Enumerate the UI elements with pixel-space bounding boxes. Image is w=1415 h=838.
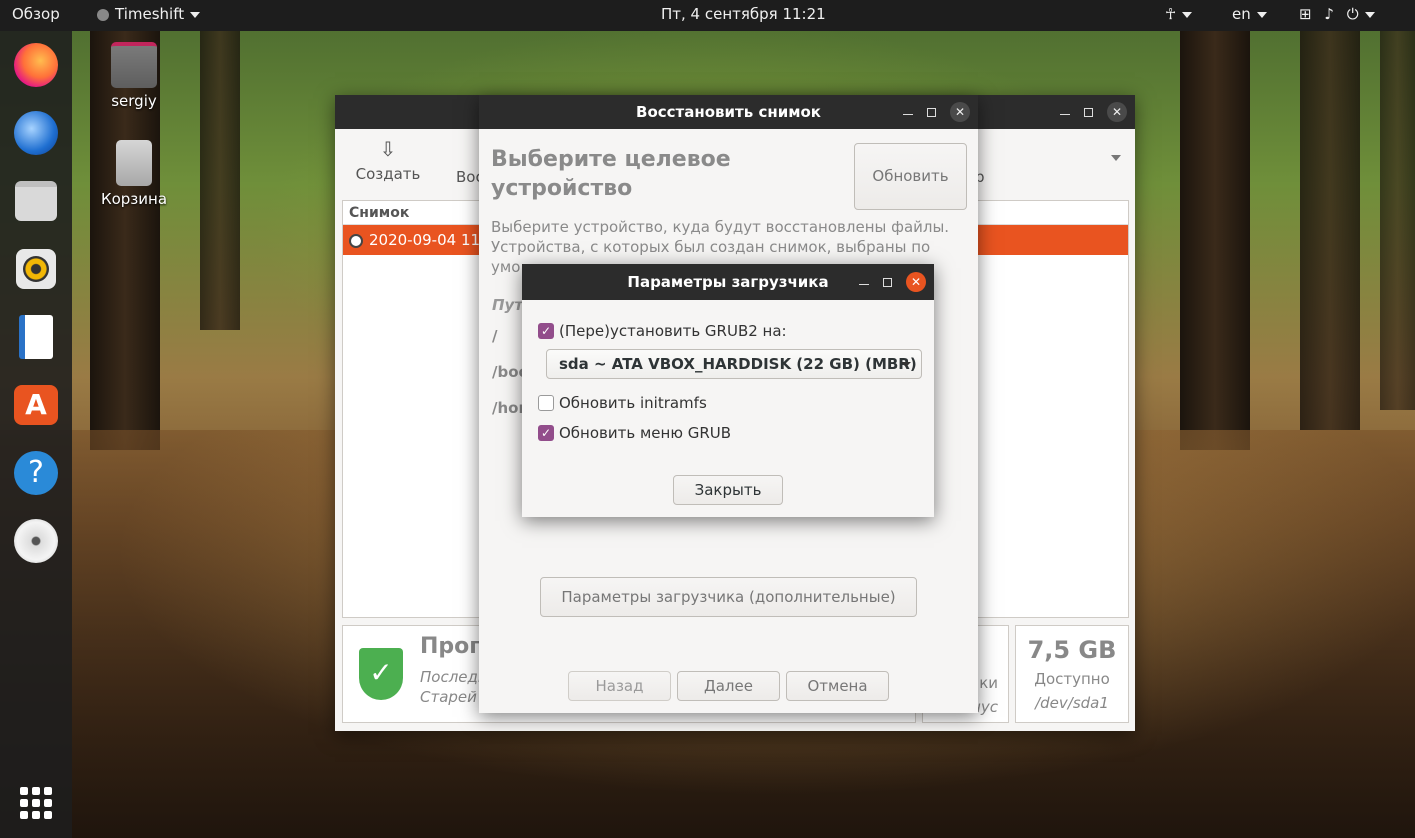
restore-heading: Выберите целевое устройство bbox=[491, 147, 731, 201]
bootloader-dialog-title: Параметры загрузчика bbox=[627, 273, 829, 291]
software-center-icon[interactable]: A bbox=[12, 381, 60, 429]
chevron-down-icon bbox=[1364, 11, 1375, 18]
snapshot-date: 2020-09-04 11 bbox=[369, 231, 481, 249]
activities-button[interactable]: Обзор bbox=[12, 5, 60, 23]
create-label: Создать bbox=[355, 165, 421, 183]
maximize-icon[interactable] bbox=[883, 277, 892, 287]
home-folder-label: sergiy bbox=[111, 92, 157, 110]
dvd-drive-icon[interactable] bbox=[12, 517, 60, 565]
description-line-2: Устройства, с которых был создан снимок,… bbox=[491, 238, 931, 256]
timeshift-icon bbox=[97, 8, 109, 21]
restore-window-titlebar: Восстановить снимок ✕ bbox=[479, 95, 978, 129]
help-icon[interactable]: ? bbox=[12, 449, 60, 497]
refresh-button[interactable]: Обновить bbox=[854, 143, 967, 210]
app-menu-label: Timeshift bbox=[115, 5, 185, 23]
snapshot-clock-icon bbox=[349, 233, 363, 248]
bootloader-dialog-titlebar: Параметры загрузчика ✕ bbox=[522, 264, 934, 300]
create-toolbar-button[interactable]: ⇩ Создать bbox=[353, 137, 423, 183]
available-size: 7,5 GB bbox=[1027, 636, 1117, 664]
close-icon[interactable]: ✕ bbox=[950, 102, 970, 122]
grub-menu-label: Обновить меню GRUB bbox=[559, 424, 732, 442]
download-icon: ⇩ bbox=[379, 137, 397, 161]
accessibility-icon: ☥ bbox=[1165, 5, 1177, 23]
show-applications-icon[interactable] bbox=[20, 787, 52, 819]
grub-install-option[interactable]: ✓ (Пере)установить GRUB2 на: bbox=[538, 322, 787, 340]
close-icon[interactable]: ✕ bbox=[906, 272, 926, 292]
firefox-icon[interactable] bbox=[12, 41, 60, 89]
device-select[interactable]: sda ~ ATA VBOX_HARDDISK (22 GB) (MBR) bbox=[546, 349, 922, 379]
network-icon: ⊞ bbox=[1299, 5, 1312, 23]
device-select-value: sda ~ ATA VBOX_HARDDISK (22 GB) (MBR) bbox=[559, 355, 917, 373]
libreoffice-writer-icon[interactable] bbox=[12, 313, 60, 361]
grub-install-label: (Пере)установить GRUB2 на: bbox=[559, 322, 787, 340]
top-panel: Обзор Timeshift Пт, 4 сентября 11:21 ☥ e… bbox=[0, 0, 1415, 31]
grub-menu-checkbox[interactable]: ✓ bbox=[538, 425, 554, 441]
status-title: Прог bbox=[420, 634, 481, 659]
path-root[interactable]: / bbox=[492, 327, 497, 345]
column-snapshot: Снимок bbox=[349, 205, 410, 221]
trash-desktop-icon[interactable]: Корзина bbox=[84, 140, 184, 208]
accessibility-menu[interactable]: ☥ bbox=[1165, 5, 1193, 23]
initramfs-option[interactable]: Обновить initramfs bbox=[538, 394, 707, 412]
path-home[interactable]: /hor bbox=[492, 399, 526, 417]
next-button[interactable]: Далее bbox=[677, 671, 780, 701]
home-folder-desktop-icon[interactable]: sergiy bbox=[84, 42, 184, 110]
home-folder-icon bbox=[111, 42, 157, 88]
minimize-icon[interactable] bbox=[903, 109, 913, 115]
chevron-down-icon bbox=[190, 11, 201, 18]
close-button[interactable]: Закрыть bbox=[673, 475, 783, 505]
chevron-down-icon bbox=[901, 362, 911, 367]
cancel-button[interactable]: Отмена bbox=[786, 671, 889, 701]
initramfs-checkbox[interactable] bbox=[538, 395, 554, 411]
dock: A ? bbox=[0, 31, 72, 838]
column-path-header: Пут bbox=[492, 296, 524, 314]
maximize-icon[interactable] bbox=[1084, 107, 1093, 117]
available-label: Доступно bbox=[1034, 670, 1110, 688]
grub-menu-option[interactable]: ✓ Обновить меню GRUB bbox=[538, 424, 731, 442]
available-space-panel: 7,5 GB Доступно /dev/sda1 bbox=[1015, 625, 1129, 723]
power-icon: ⏻ bbox=[1346, 5, 1359, 23]
maximize-icon[interactable] bbox=[927, 107, 936, 117]
bootloader-advanced-button[interactable]: Параметры загрузчика (дополнительные) bbox=[540, 577, 917, 617]
bootloader-dialog: Параметры загрузчика ✕ ✓ (Пере)установит… bbox=[522, 264, 934, 517]
snapshot-count-label: ки bbox=[979, 674, 998, 692]
restore-window-title: Восстановить снимок bbox=[636, 103, 821, 121]
minimize-icon[interactable] bbox=[859, 279, 869, 285]
rhythmbox-icon[interactable] bbox=[12, 245, 60, 293]
description-line-1: Выберите устройство, куда будут восстано… bbox=[491, 218, 950, 236]
available-device: /dev/sda1 bbox=[1035, 694, 1109, 712]
back-button[interactable]: Назад bbox=[568, 671, 671, 701]
initramfs-label: Обновить initramfs bbox=[559, 394, 707, 412]
grub-install-checkbox[interactable]: ✓ bbox=[538, 323, 554, 339]
overflow-menu-icon[interactable] bbox=[1111, 155, 1121, 161]
system-menu[interactable]: ⊞ ♪ ⏻ bbox=[1299, 5, 1375, 23]
thunderbird-icon[interactable] bbox=[12, 109, 60, 157]
status-last-snapshot: Последн bbox=[420, 668, 488, 686]
clock[interactable]: Пт, 4 сентября 11:21 bbox=[661, 5, 826, 23]
language-menu[interactable]: en bbox=[1232, 5, 1267, 23]
close-icon[interactable]: ✕ bbox=[1107, 102, 1127, 122]
files-icon[interactable] bbox=[12, 177, 60, 225]
chevron-down-icon bbox=[1182, 11, 1193, 18]
minimize-icon[interactable] bbox=[1060, 109, 1070, 115]
volume-icon: ♪ bbox=[1324, 5, 1334, 23]
trash-label: Корзина bbox=[100, 190, 168, 208]
shield-check-icon: ✓ bbox=[359, 648, 403, 700]
language-label: en bbox=[1232, 5, 1251, 23]
chevron-down-icon bbox=[1256, 11, 1267, 18]
status-oldest-snapshot: Старей bbox=[420, 688, 477, 706]
trash-icon bbox=[116, 140, 152, 186]
app-menu[interactable]: Timeshift bbox=[97, 5, 201, 23]
